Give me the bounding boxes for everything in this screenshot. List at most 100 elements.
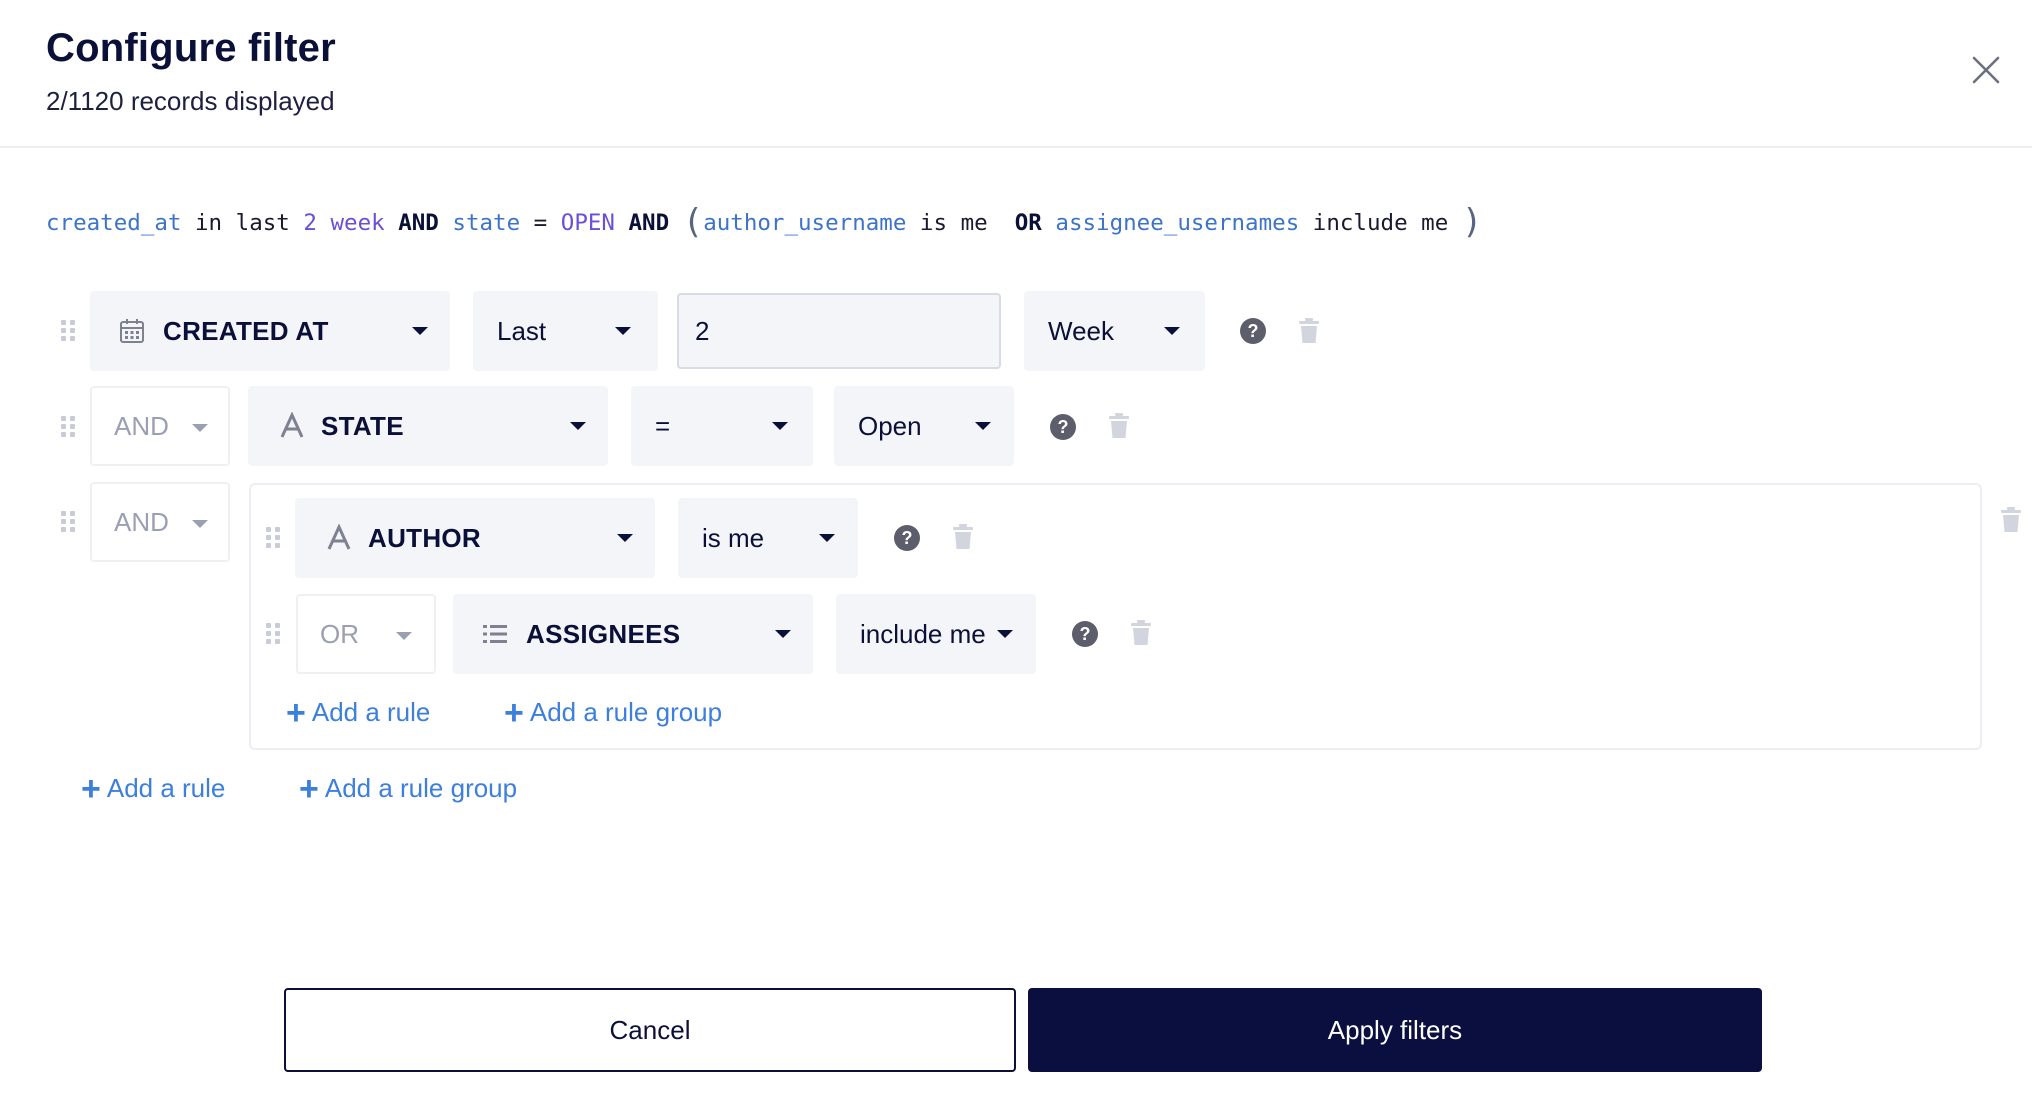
drag-handle[interactable] [264, 525, 282, 549]
dialog-title: Configure filter [46, 26, 336, 70]
value-select[interactable]: Open [834, 386, 1014, 466]
plus-icon: + [81, 769, 101, 808]
chevron-down-icon [775, 630, 791, 638]
close-icon [1972, 56, 2000, 84]
value-label: Open [858, 410, 922, 441]
calendar-icon [118, 317, 146, 345]
field-select-state[interactable]: STATE [248, 386, 608, 466]
help-icon[interactable]: ? [1050, 414, 1076, 440]
query-paren-open: ( [682, 202, 704, 242]
delete-rule-button[interactable] [1130, 620, 1152, 646]
combinator-select[interactable]: OR [296, 594, 436, 674]
query-operator: = [520, 210, 561, 236]
operator-select[interactable]: is me [678, 498, 858, 578]
add-rule-label: Add a rule [106, 773, 226, 803]
combinator-label: AND [114, 506, 169, 537]
chevron-down-icon [570, 422, 586, 430]
text-icon [278, 411, 306, 440]
operator-select[interactable]: Last [473, 291, 658, 371]
delete-rule-button[interactable] [952, 524, 974, 550]
operator-label: Last [497, 315, 547, 346]
unit-label: Week [1048, 315, 1114, 346]
plus-icon: + [299, 769, 319, 808]
chevron-down-icon [192, 424, 208, 432]
drag-icon [61, 320, 75, 341]
operator-select[interactable]: include me [836, 594, 1036, 674]
trash-icon [2001, 507, 2021, 532]
chevron-down-icon [1164, 327, 1180, 335]
query-operator: in last [181, 210, 304, 236]
query-field-assignees: assignee_usernames [1041, 210, 1300, 236]
apply-filters-button[interactable]: Apply filters [1028, 988, 1762, 1072]
add-rule-link[interactable]: + Add a rule [81, 769, 226, 808]
delete-rule-button[interactable] [1108, 413, 1130, 439]
plus-icon: + [504, 693, 524, 732]
delete-group-button[interactable] [2000, 507, 2022, 533]
drag-handle[interactable] [59, 318, 77, 342]
query-keyword-or: OR [1014, 210, 1042, 236]
operator-select[interactable]: = [631, 386, 813, 466]
add-rule-group-link[interactable]: + Add a rule group [299, 769, 518, 808]
add-rule-label: Add a rule [311, 697, 431, 727]
query-value: OPEN [560, 210, 615, 236]
query-field-author: author_username [703, 210, 907, 236]
operator-label: include me [860, 618, 986, 649]
trash-icon [1131, 620, 1151, 645]
drag-handle[interactable] [59, 509, 77, 533]
field-select-assignees[interactable]: ASSIGNEES [453, 594, 813, 674]
combinator-label: AND [114, 410, 169, 441]
combinator-select[interactable]: AND [90, 386, 230, 466]
cancel-button[interactable]: Cancel [284, 988, 1016, 1072]
list-icon [481, 620, 509, 648]
delete-rule-button[interactable] [1298, 318, 1320, 344]
chevron-down-icon [772, 422, 788, 430]
chevron-down-icon [192, 520, 208, 528]
query-operator: is me [906, 210, 1015, 236]
chevron-down-icon [819, 534, 835, 542]
add-rule-group-label: Add a rule group [324, 773, 518, 803]
query-keyword-and: AND [614, 210, 683, 236]
add-rule-group-label: Add a rule group [529, 697, 723, 727]
query-field-state: state [452, 210, 521, 236]
combinator-label: OR [320, 618, 359, 649]
help-icon[interactable]: ? [1072, 621, 1098, 647]
query-space [317, 210, 331, 236]
drag-handle[interactable] [264, 621, 282, 645]
drag-icon [266, 623, 280, 644]
chevron-down-icon [396, 632, 412, 640]
close-button[interactable] [1968, 52, 2004, 88]
query-keyword-and: AND [384, 210, 453, 236]
help-icon[interactable]: ? [894, 525, 920, 551]
field-label: ASSIGNEES [526, 618, 681, 649]
trash-icon [1109, 413, 1129, 438]
group-add-rule-group-link[interactable]: + Add a rule group [504, 693, 723, 732]
field-label: CREATED AT [163, 315, 329, 346]
plus-icon: + [286, 693, 306, 732]
field-select-created-at[interactable]: CREATED AT [90, 291, 450, 371]
drag-icon [61, 511, 75, 532]
field-label: AUTHOR [368, 522, 482, 553]
group-add-rule-link[interactable]: + Add a rule [286, 693, 431, 732]
trash-icon [1299, 318, 1319, 343]
query-paren-close: ) [1461, 202, 1483, 242]
drag-icon [61, 416, 75, 437]
help-icon[interactable]: ? [1240, 318, 1266, 344]
drag-handle[interactable] [59, 414, 77, 438]
value-input[interactable]: 2 [677, 293, 1001, 369]
combinator-select[interactable]: AND [90, 482, 230, 562]
operator-label: = [655, 410, 671, 441]
field-select-author[interactable]: AUTHOR [295, 498, 655, 578]
text-icon [325, 523, 353, 552]
chevron-down-icon [615, 327, 631, 335]
unit-select[interactable]: Week [1024, 291, 1205, 371]
drag-icon [266, 527, 280, 548]
field-label: STATE [321, 410, 404, 441]
chevron-down-icon [412, 327, 428, 335]
query-value: week [330, 210, 385, 236]
chevron-down-icon [975, 422, 991, 430]
query-preview: created_at in last 2 week AND state = OP… [46, 200, 1482, 245]
chevron-down-icon [617, 534, 633, 542]
chevron-down-icon [997, 630, 1013, 638]
query-field-created-at: created_at [46, 210, 182, 236]
dialog-header: Configure filter 2/1120 records displaye… [0, 0, 2032, 148]
